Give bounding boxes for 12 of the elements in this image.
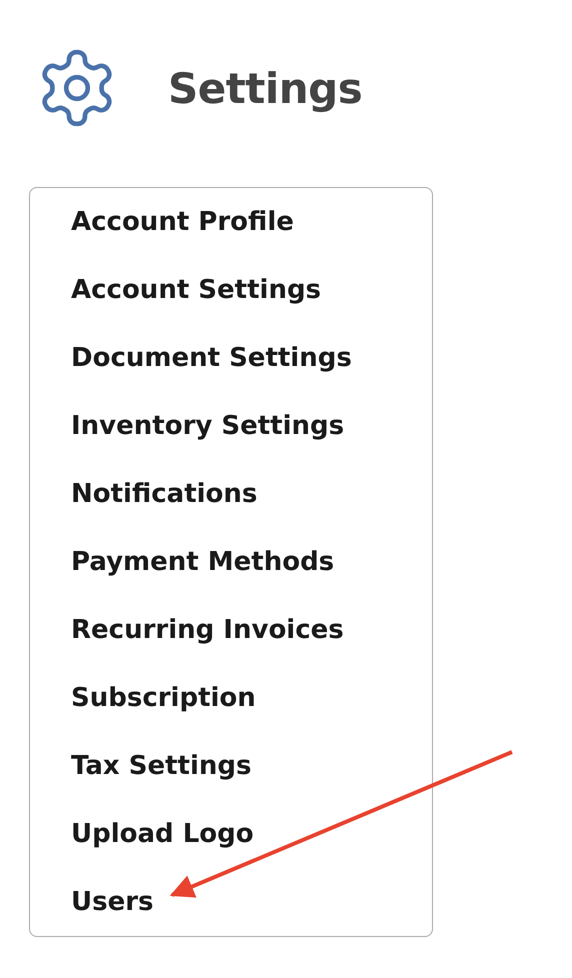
menu-item[interactable]: Upload Logo <box>30 800 432 868</box>
menu-item[interactable]: Account Profile <box>30 188 432 256</box>
menu-item[interactable]: Tax Settings <box>30 732 432 800</box>
menu-item[interactable]: Subscription <box>30 664 432 732</box>
menu-item[interactable]: Document Settings <box>30 324 432 392</box>
menu-item[interactable]: Payment Methods <box>30 528 432 596</box>
menu-item[interactable]: Users <box>30 868 432 936</box>
page-title: Settings <box>168 64 362 112</box>
menu-item[interactable]: Recurring Invoices <box>30 596 432 664</box>
menu-item[interactable]: Inventory Settings <box>30 392 432 460</box>
menu-item[interactable]: Account Settings <box>30 256 432 324</box>
menu-item[interactable]: Notifications <box>30 460 432 528</box>
